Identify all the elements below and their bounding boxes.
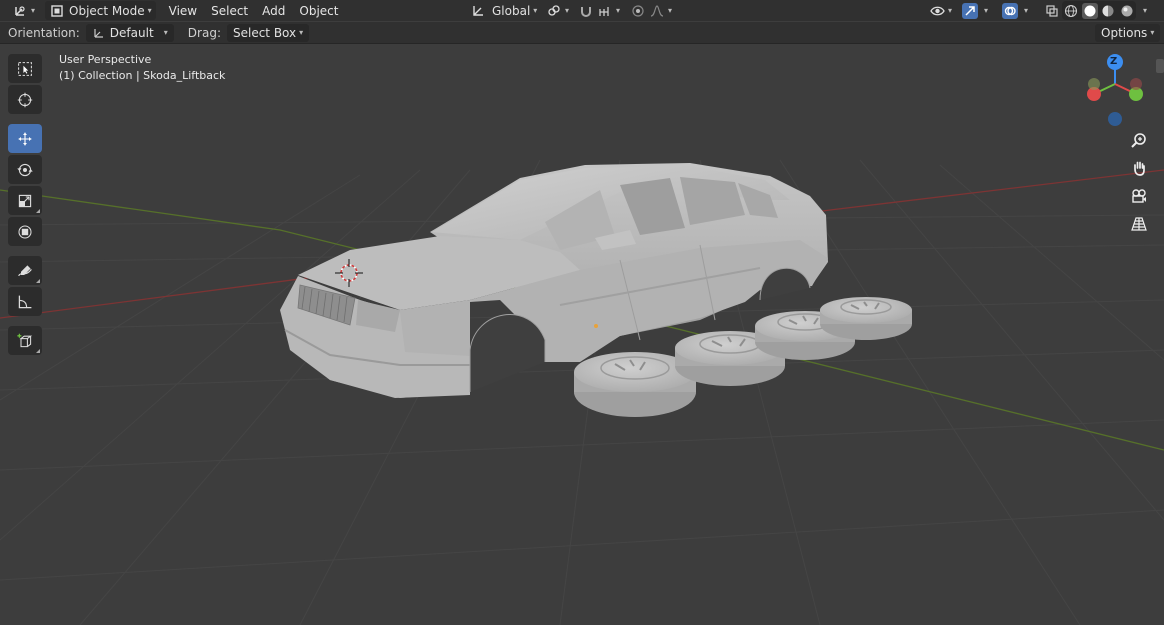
viewport-header: ▾ Object Mode ▾ View Select Add Object G… [0,0,1164,21]
solid-shading-icon[interactable] [1081,2,1098,19]
xray-toggle[interactable] [1040,1,1064,20]
transform-tool[interactable] [8,217,42,246]
shading-dropdown[interactable]: ▾ [1136,1,1151,20]
drag-field-label: Drag: [187,25,221,40]
wheel-4[interactable] [820,297,912,340]
orientation-dropdown[interactable]: Default ▾ [85,23,174,42]
menu-select[interactable]: Select [204,1,255,20]
menu-object[interactable]: Object [292,1,345,20]
chevron-down-icon: ▾ [1143,6,1148,15]
options-dropdown[interactable]: Options ▾ [1095,23,1161,42]
orientation-field-label: Orientation: [8,25,80,40]
3d-viewport[interactable]: User Perspective (1) Collection | Skoda_… [0,45,1164,625]
axes-editor-icon [12,3,28,19]
gizmo-dropdown[interactable]: ▾ [977,1,992,20]
mode-dropdown[interactable]: Object Mode ▾ [45,1,156,20]
perspective-toggle-button[interactable] [1127,212,1151,236]
overlay-dropdown[interactable]: ▾ [1017,1,1032,20]
add-cube-tool[interactable] [8,326,42,355]
perspective-label: User Perspective [59,53,152,66]
pivot-point-dropdown[interactable]: ▾ [542,1,573,20]
cursor-icon [17,92,33,108]
move-icon [17,131,33,147]
overlay-icon [1002,2,1018,19]
select-box-icon [17,61,33,77]
perspective-grid-icon [1131,216,1147,232]
chevron-down-icon: ▾ [31,6,36,15]
zoom-icon [1131,132,1147,148]
visibility-dropdown[interactable]: ▾ [925,1,956,20]
chevron-down-icon: ▾ [299,28,304,37]
falloff-dropdown[interactable]: ▾ [645,1,676,20]
snap-magnet-icon [578,3,594,19]
orientation-label: Global [492,3,531,18]
snap-increment-icon [597,3,613,19]
camera-view-button[interactable] [1127,184,1151,208]
mode-label: Object Mode [69,3,145,18]
chevron-down-icon: ▾ [163,28,168,37]
rotate-icon [17,162,33,178]
xray-icon [1044,3,1060,19]
proportional-edit-icon [630,3,646,19]
annotate-icon [17,263,33,279]
snap-target-dropdown[interactable]: ▾ [593,1,624,20]
editor-type-button[interactable]: ▾ [8,1,39,20]
select-box-tool[interactable] [8,54,42,83]
measure-tool[interactable] [8,287,42,316]
orientation-default-icon [92,25,106,41]
chevron-down-icon: ▾ [984,6,989,15]
chevron-down-icon: ▾ [565,6,570,15]
menu-add[interactable]: Add [255,1,292,20]
chevron-down-icon: ▾ [668,6,673,15]
chevron-down-icon: ▾ [147,6,152,15]
cursor-tool[interactable] [8,85,42,114]
camera-icon [1131,188,1147,204]
measure-icon [17,294,33,310]
gizmo-icon [962,2,978,19]
rotate-tool[interactable] [8,155,42,184]
pan-button[interactable] [1127,156,1151,180]
annotate-tool[interactable] [8,256,42,285]
object-origin [594,324,598,328]
orientation-axes-icon [470,3,486,19]
eye-visibility-icon [929,3,945,19]
collection-label: (1) Collection | Skoda_Liftback [59,69,226,82]
falloff-curve-icon [649,3,665,19]
wireframe-shading-icon[interactable] [1063,3,1079,19]
add-cube-icon [17,333,33,349]
pivot-link-icon [546,3,562,19]
drag-dropdown[interactable]: Select Box ▾ [226,23,310,42]
shading-group [1062,1,1136,20]
chevron-down-icon: ▾ [533,6,538,15]
gizmo-z-label: Z [1110,56,1118,67]
zoom-button[interactable] [1127,128,1151,152]
object-mode-icon [49,3,65,19]
drag-value: Select Box [232,25,297,40]
hand-pan-icon [1131,160,1147,176]
menu-view[interactable]: View [162,1,204,20]
chevron-down-icon: ▾ [616,6,621,15]
scale-tool[interactable] [8,186,42,215]
options-label: Options [1101,25,1148,40]
scale-icon [17,193,33,209]
material-shading-icon[interactable] [1100,3,1116,19]
chevron-down-icon: ▾ [1024,6,1029,15]
render-shading-icon[interactable] [1119,3,1135,19]
tool-shelf [8,54,44,357]
tool-settings-bar: Orientation: Default ▾ Drag: Select Box … [0,22,1164,44]
sidebar-toggle-handle[interactable] [1156,59,1164,73]
viewport-scene[interactable] [0,45,1164,625]
transform-icon [17,224,33,240]
transform-orientation-dropdown[interactable]: Global ▾ [466,1,541,20]
move-tool[interactable] [8,124,42,153]
chevron-down-icon: ▾ [948,6,953,15]
chevron-down-icon: ▾ [1150,28,1155,37]
orientation-value: Default [109,25,154,40]
